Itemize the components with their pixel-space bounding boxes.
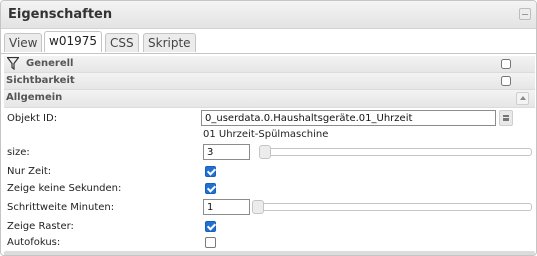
tab-css[interactable]: CSS <box>105 33 139 52</box>
filter-icon[interactable] <box>7 57 19 70</box>
panel-title: Eigenschaften <box>8 7 113 22</box>
tab-bar: View w01975 CSS Skripte <box>1 29 536 54</box>
size-slider[interactable] <box>259 145 532 159</box>
minimize-icon[interactable] <box>519 8 531 20</box>
zeige-keine-sekunden-label: Zeige keine Sekunden: <box>7 183 122 194</box>
group-sichtbarkeit-checkbox[interactable] <box>501 76 511 86</box>
group-generell-checkbox[interactable] <box>501 59 511 69</box>
schrittweite-label: Schrittweite Minuten: <box>7 202 115 213</box>
size-label: size: <box>7 147 30 158</box>
schrittweite-slider[interactable] <box>252 200 532 214</box>
group-generell-label: Generell <box>26 58 74 69</box>
tab-scripts[interactable]: Skripte <box>143 33 196 52</box>
list-icon[interactable] <box>499 110 513 126</box>
autofokus-label: Autofokus: <box>7 237 61 248</box>
tab-widget[interactable]: w01975 <box>44 31 102 52</box>
objekt-id-label: Objekt ID: <box>7 113 58 124</box>
size-input[interactable] <box>203 144 250 160</box>
tab-view[interactable]: View <box>4 33 43 52</box>
properties-panel: Eigenschaften View w01975 CSS Skripte Ge… <box>0 0 537 256</box>
objekt-id-input[interactable] <box>201 110 496 126</box>
schrittweite-slider-handle[interactable] <box>252 200 264 214</box>
group-allgemein[interactable]: Allgemein <box>4 90 535 108</box>
nur-zeit-label: Nur Zeit: <box>7 166 52 177</box>
autofokus-checkbox[interactable] <box>205 237 216 248</box>
size-slider-handle[interactable] <box>259 145 271 159</box>
schrittweite-input[interactable] <box>203 199 250 215</box>
group-allgemein-label: Allgemein <box>6 92 63 103</box>
group-sichtbarkeit[interactable]: Sichtbarkeit <box>4 73 535 90</box>
objekt-id-description: 01 Uhrzeit-Spülmaschine <box>203 129 329 140</box>
horizontal-scrollbar[interactable] <box>4 251 535 255</box>
group-generell[interactable]: Generell <box>4 56 535 73</box>
zeige-keine-sekunden-checkbox[interactable] <box>205 183 216 194</box>
zeige-raster-checkbox[interactable] <box>205 221 216 232</box>
group-sichtbarkeit-label: Sichtbarkeit <box>6 75 75 86</box>
arrow-up-icon[interactable] <box>516 92 529 105</box>
panel-titlebar[interactable]: Eigenschaften <box>1 1 536 29</box>
nur-zeit-checkbox[interactable] <box>205 166 216 177</box>
zeige-raster-label: Zeige Raster: <box>7 221 74 232</box>
